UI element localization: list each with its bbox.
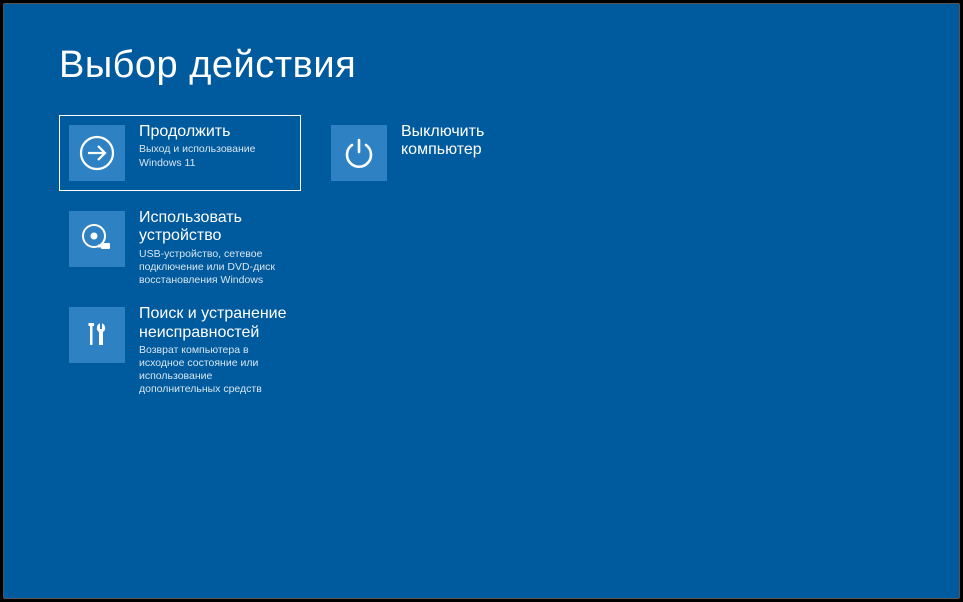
power-icon	[331, 125, 387, 181]
tile-text: Использовать устройство USB-устройство, …	[139, 201, 301, 287]
tools-icon	[69, 307, 125, 363]
tile-troubleshoot[interactable]: Поиск и устранение неисправностей Возвра…	[59, 297, 301, 396]
tile-label: Использовать устройство	[139, 209, 295, 246]
tile-text: Продолжить Выход и использование Windows…	[139, 115, 301, 191]
tile-row-3: Поиск и устранение неисправностей Возвра…	[59, 297, 959, 396]
tile-shutdown[interactable]: Выключить компьютер	[321, 115, 563, 191]
disc-usb-icon	[69, 211, 125, 267]
tile-text: Поиск и устранение неисправностей Возвра…	[139, 297, 301, 396]
tile-label: Выключить компьютер	[401, 123, 557, 160]
tile-row-1: Продолжить Выход и использование Windows…	[59, 115, 959, 191]
tile-desc: Возврат компьютера в исходное состояние …	[139, 344, 295, 397]
tile-use-device[interactable]: Использовать устройство USB-устройство, …	[59, 201, 301, 287]
tile-desc: Выход и использование Windows 11	[139, 143, 295, 169]
arrow-right-icon	[69, 125, 125, 181]
page-title: Выбор действия	[59, 44, 959, 87]
tile-desc: USB-устройство, сетевое подключение или …	[139, 248, 295, 287]
choose-option-screen: Выбор действия Продолжить Выход и исполь…	[4, 4, 959, 396]
tile-label: Поиск и устранение неисправностей	[139, 305, 295, 342]
tile-continue[interactable]: Продолжить Выход и использование Windows…	[59, 115, 301, 191]
window-frame: Выбор действия Продолжить Выход и исполь…	[3, 3, 960, 599]
tile-text: Выключить компьютер	[401, 115, 563, 191]
tile-label: Продолжить	[139, 123, 295, 141]
tile-row-2: Использовать устройство USB-устройство, …	[59, 201, 959, 287]
